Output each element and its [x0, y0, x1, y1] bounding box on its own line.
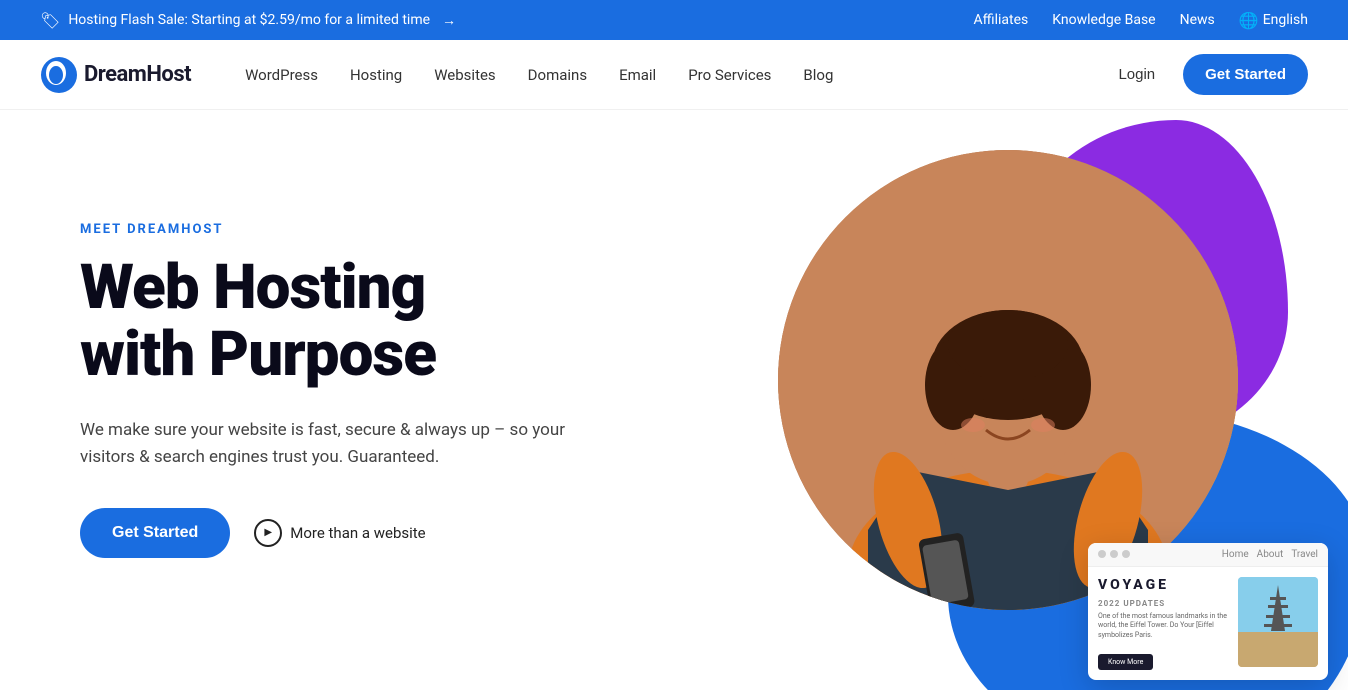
hero-content: MEET DREAMHOST Web Hosting with Purpose …	[80, 202, 600, 557]
play-icon: ▶	[254, 519, 282, 547]
nav-blog[interactable]: Blog	[789, 58, 847, 92]
hero-circle-photo	[778, 150, 1238, 610]
card-dots	[1098, 550, 1130, 558]
nav-wordpress[interactable]: WordPress	[231, 58, 332, 92]
flash-sale-text: Hosting Flash Sale: Starting at $2.59/mo…	[68, 12, 430, 28]
top-bar: 🏷 Hosting Flash Sale: Starting at $2.59/…	[0, 0, 1348, 40]
card-dot-1	[1098, 550, 1106, 558]
card-updates-label: 2022 UPDATES	[1098, 599, 1230, 608]
card-description: One of the most famous landmarks in the …	[1098, 612, 1230, 641]
get-started-button-nav[interactable]: Get Started	[1183, 54, 1308, 95]
flash-sale-arrow: →	[442, 12, 456, 29]
hero-title-line1: Web Hosting	[80, 251, 425, 324]
nav-domains[interactable]: Domains	[514, 58, 601, 92]
more-label: More than a website	[290, 524, 425, 542]
nav-email[interactable]: Email	[605, 58, 670, 92]
more-than-website-link[interactable]: ▶ More than a website	[254, 519, 425, 547]
card-header: Home About Travel	[1088, 543, 1328, 567]
hero-actions: Get Started ▶ More than a website	[80, 508, 600, 558]
get-started-button-hero[interactable]: Get Started	[80, 508, 230, 558]
navbar: DreamHost WordPress Hosting Websites Dom…	[0, 40, 1348, 110]
language-selector[interactable]: 🌐 English	[1239, 11, 1308, 30]
knowledge-base-link[interactable]: Knowledge Base	[1052, 12, 1155, 28]
logo-text: DreamHost	[84, 62, 191, 87]
eiffel-tower-svg	[1238, 577, 1318, 667]
globe-icon: 🌐	[1239, 11, 1259, 30]
card-nav-btn-1: Home	[1222, 549, 1249, 560]
affiliates-link[interactable]: Affiliates	[974, 12, 1029, 28]
hero-title: Web Hosting with Purpose	[80, 255, 600, 389]
meet-label: MEET DREAMHOST	[80, 222, 600, 237]
nav-hosting[interactable]: Hosting	[336, 58, 416, 92]
hero-circle-bg	[778, 150, 1238, 610]
nav-links: WordPress Hosting Websites Domains Email…	[231, 58, 1102, 92]
card-nav-btn-3: Travel	[1291, 549, 1318, 560]
dreamhost-logo-icon	[40, 56, 78, 94]
top-bar-right: Affiliates Knowledge Base News 🌐 English	[974, 11, 1308, 30]
logo[interactable]: DreamHost	[40, 56, 191, 94]
nav-actions: Login Get Started	[1102, 54, 1308, 95]
card-dot-2	[1110, 550, 1118, 558]
login-button[interactable]: Login	[1102, 58, 1171, 91]
card-nav-btn-2: About	[1257, 549, 1284, 560]
website-card: Home About Travel VOYAGE 2022 UPDATES On…	[1088, 543, 1328, 680]
language-label: English	[1263, 12, 1308, 28]
card-left: VOYAGE 2022 UPDATES One of the most famo…	[1098, 577, 1230, 670]
nav-websites[interactable]: Websites	[420, 58, 509, 92]
hero-subtitle: We make sure your website is fast, secur…	[80, 417, 600, 471]
flash-sale-banner[interactable]: 🏷 Hosting Flash Sale: Starting at $2.59/…	[40, 11, 456, 30]
card-read-more[interactable]: Know More	[1098, 654, 1153, 670]
card-nav-buttons: Home About Travel	[1222, 549, 1318, 560]
hero-visual: Home About Travel VOYAGE 2022 UPDATES On…	[698, 110, 1348, 690]
card-image: THE WORLD AROUN	[1238, 577, 1318, 667]
hero-section: MEET DREAMHOST Web Hosting with Purpose …	[0, 110, 1348, 690]
tag-icon: 🏷	[40, 11, 60, 30]
news-link[interactable]: News	[1180, 12, 1215, 28]
card-right: THE WORLD AROUN	[1238, 577, 1318, 670]
card-content: VOYAGE 2022 UPDATES One of the most famo…	[1088, 567, 1328, 680]
nav-pro-services[interactable]: Pro Services	[674, 58, 785, 92]
person-illustration	[778, 150, 1238, 610]
card-dot-3	[1122, 550, 1130, 558]
hero-title-line2: with Purpose	[80, 318, 436, 391]
card-voyage-title: VOYAGE	[1098, 577, 1230, 593]
